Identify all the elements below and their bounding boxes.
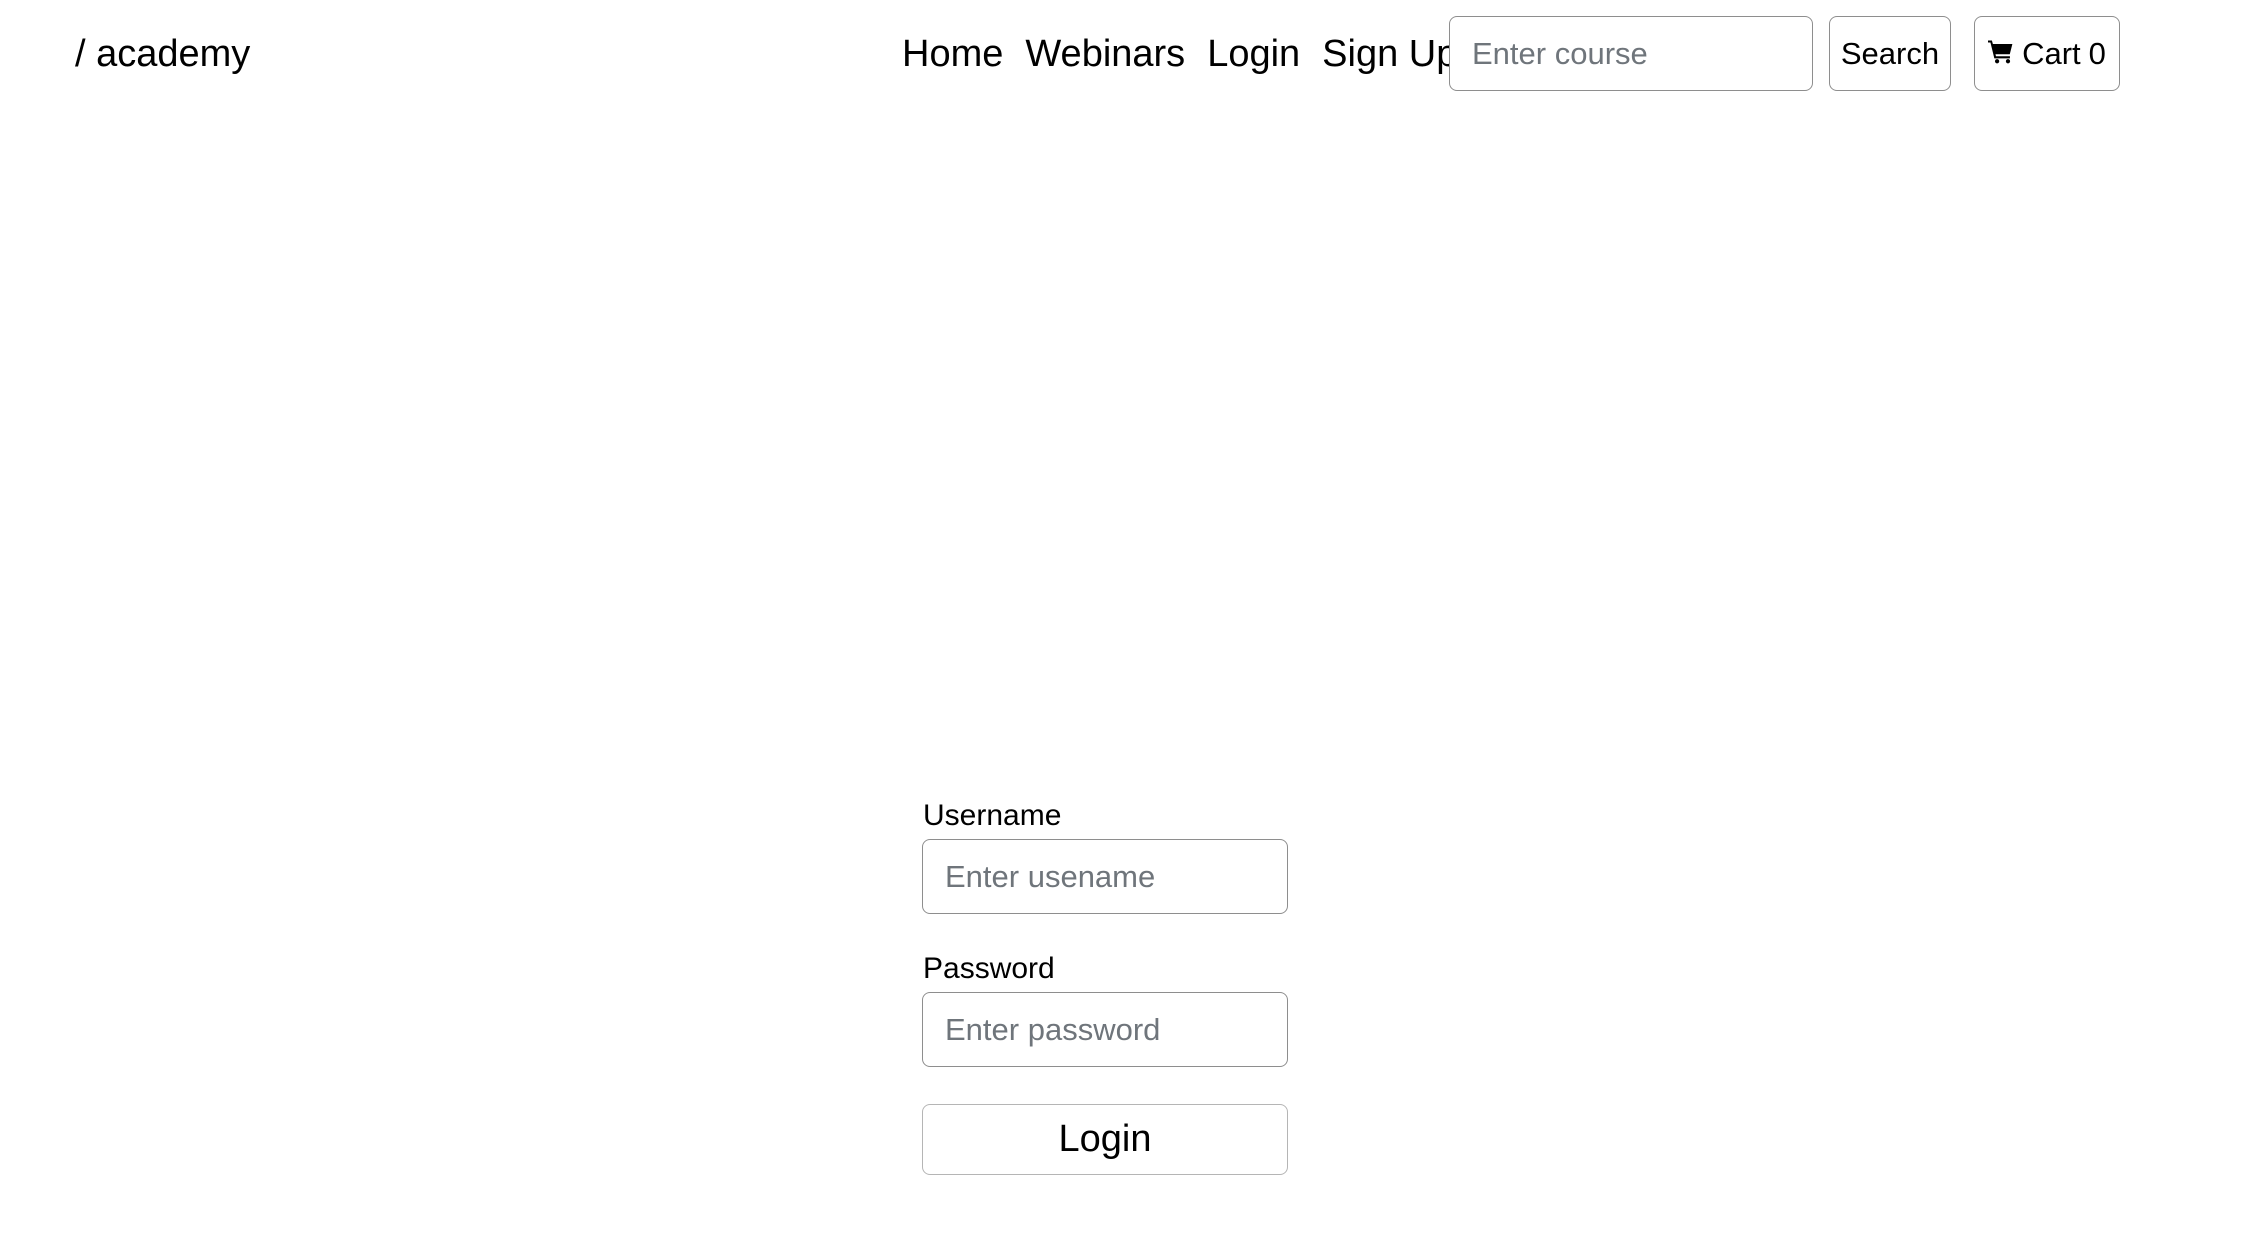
nav-link-webinars[interactable]: Webinars — [1025, 28, 1185, 80]
login-form: Username Password Login — [922, 796, 1288, 1175]
username-label: Username — [923, 799, 1062, 832]
login-submit-button[interactable]: Login — [922, 1104, 1288, 1175]
cart-icon — [1988, 38, 2014, 64]
navbar: / academy Home Webinars Login Sign Up Se… — [0, 0, 2260, 110]
nav-link-home[interactable]: Home — [902, 28, 1003, 80]
cart-count: 0 — [2088, 35, 2106, 71]
cart-button[interactable]: Cart 0 — [1974, 16, 2120, 91]
search-button[interactable]: Search — [1829, 16, 1951, 91]
password-label: Password — [923, 952, 1055, 985]
username-input[interactable] — [922, 839, 1288, 914]
password-input[interactable] — [922, 992, 1288, 1067]
username-group: Username — [922, 796, 1288, 914]
course-search-input[interactable] — [1449, 16, 1813, 91]
main-nav: Home Webinars Login Sign Up — [902, 28, 1457, 80]
brand-logo[interactable]: / academy — [75, 28, 250, 80]
nav-link-signup[interactable]: Sign Up — [1322, 28, 1457, 80]
password-group: Password — [922, 949, 1288, 1067]
nav-link-login[interactable]: Login — [1207, 28, 1300, 80]
cart-label: Cart — [2022, 35, 2081, 71]
